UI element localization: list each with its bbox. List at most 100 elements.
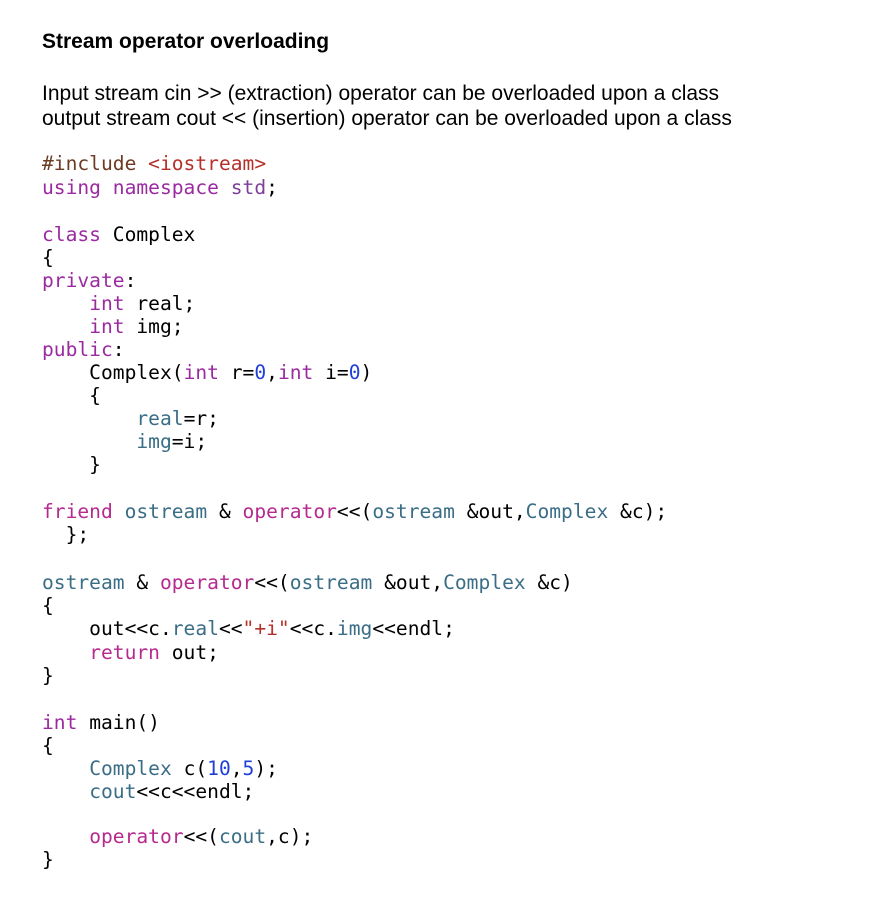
code-line: out<<c.real<<"+i"<<c.img<<endl; (42, 617, 455, 640)
code-token: <<endl; (372, 617, 455, 640)
code-token: 0 (348, 361, 361, 384)
description-line-1: Input stream cin >> (extraction) operato… (42, 82, 720, 105)
code-token: <<c<<endl; (136, 780, 255, 803)
code-token: int (42, 711, 90, 734)
code-token: =r; (183, 407, 219, 430)
code-token: real (136, 407, 184, 430)
code-line: { (42, 384, 101, 407)
code-token: << (218, 617, 243, 640)
code-token: Complex (443, 571, 538, 594)
code-line: { (42, 734, 54, 757)
code-token: "+i" (242, 617, 290, 640)
code-line: ostream & operator<<(ostream &out,Comple… (42, 571, 573, 594)
code-token: operator (159, 571, 255, 594)
code-token: ); (254, 757, 278, 780)
code-token: out; (171, 641, 219, 664)
code-token: ostream (289, 571, 385, 594)
code-token: { (42, 594, 54, 617)
code-token: &out, (384, 571, 444, 594)
code-token: r= (230, 361, 255, 384)
code-token: , (266, 361, 278, 384)
code-token: int (183, 361, 231, 384)
code-line: cout<<c<<endl; (42, 780, 254, 803)
code-line: #include <iostream> (42, 152, 266, 175)
code-line: int real; (42, 292, 195, 315)
code-token: operator (89, 825, 184, 848)
code-token: <<( (336, 500, 373, 523)
code-token: : (124, 269, 137, 292)
code-token: int (277, 361, 326, 384)
code-token: real (171, 617, 219, 640)
code-line: Complex(int r=0,int i=0) (42, 361, 372, 384)
code-token: { (42, 384, 101, 407)
code-token: #include (42, 152, 149, 175)
code-token: real; (136, 292, 196, 315)
code-token: ,c); (266, 825, 314, 848)
code-token: out<<c. (42, 617, 172, 640)
code-line: real=r; (42, 407, 219, 430)
code-token: img (336, 617, 373, 640)
code-line: }; (42, 523, 90, 546)
code-token: } (42, 664, 54, 687)
code-token: 10 (207, 757, 231, 780)
code-token: main() (89, 711, 160, 734)
code-token: &c) (537, 571, 573, 594)
code-token: 0 (254, 361, 267, 384)
code-token: private (42, 269, 125, 292)
document-page: Stream operator overloading Input stream… (42, 28, 862, 871)
code-token: class (42, 223, 113, 246)
code-token: & (218, 500, 243, 523)
code-token: { (42, 734, 54, 757)
code-token: : (112, 338, 125, 361)
code-token: &c); (620, 500, 668, 523)
code-line: using namespace std; (42, 176, 278, 199)
page-title: Stream operator overloading (42, 30, 330, 53)
code-token: }; (42, 523, 90, 546)
code-token: Complex( (42, 361, 184, 384)
code-token: int (89, 292, 137, 315)
code-line: return out; (42, 641, 219, 664)
code-line: operator<<(cout,c); (42, 825, 313, 848)
code-token: ostream (42, 571, 137, 594)
code-line: { (42, 594, 54, 617)
code-token: ) (360, 361, 373, 384)
code-token: & (136, 571, 160, 594)
code-token: 5 (242, 757, 255, 780)
code-token: ; (266, 176, 278, 199)
code-line: class Complex (42, 223, 195, 246)
code-token: <<( (254, 571, 290, 594)
code-line: int img; (42, 315, 183, 338)
code-token: return (89, 641, 172, 664)
code-line: { (42, 246, 54, 269)
code-token: friend (42, 500, 125, 523)
code-token: ostream (124, 500, 219, 523)
code-token: ostream (372, 500, 467, 523)
code-token: operator (242, 500, 337, 523)
code-line: } (42, 848, 54, 871)
code-line: img=i; (42, 430, 207, 453)
code-line: } (42, 664, 54, 687)
code-token: Complex (112, 223, 196, 246)
code-line: int main() (42, 711, 160, 734)
code-token: &out, (466, 500, 526, 523)
code-line: } (42, 453, 101, 476)
code-token: } (42, 453, 101, 476)
code-line: public: (42, 338, 125, 361)
code-token: using namespace (42, 176, 231, 199)
code-token: cout (218, 825, 267, 848)
code-token: <<c. (289, 617, 337, 640)
code-token: { (42, 246, 54, 269)
code-token: cout (89, 780, 137, 803)
code-line: private: (42, 269, 136, 292)
code-line: Complex c(10,5); (42, 757, 278, 780)
code-token: public (42, 338, 113, 361)
code-token: } (42, 848, 54, 871)
code-token: c( (183, 757, 208, 780)
code-token: std (230, 176, 267, 199)
